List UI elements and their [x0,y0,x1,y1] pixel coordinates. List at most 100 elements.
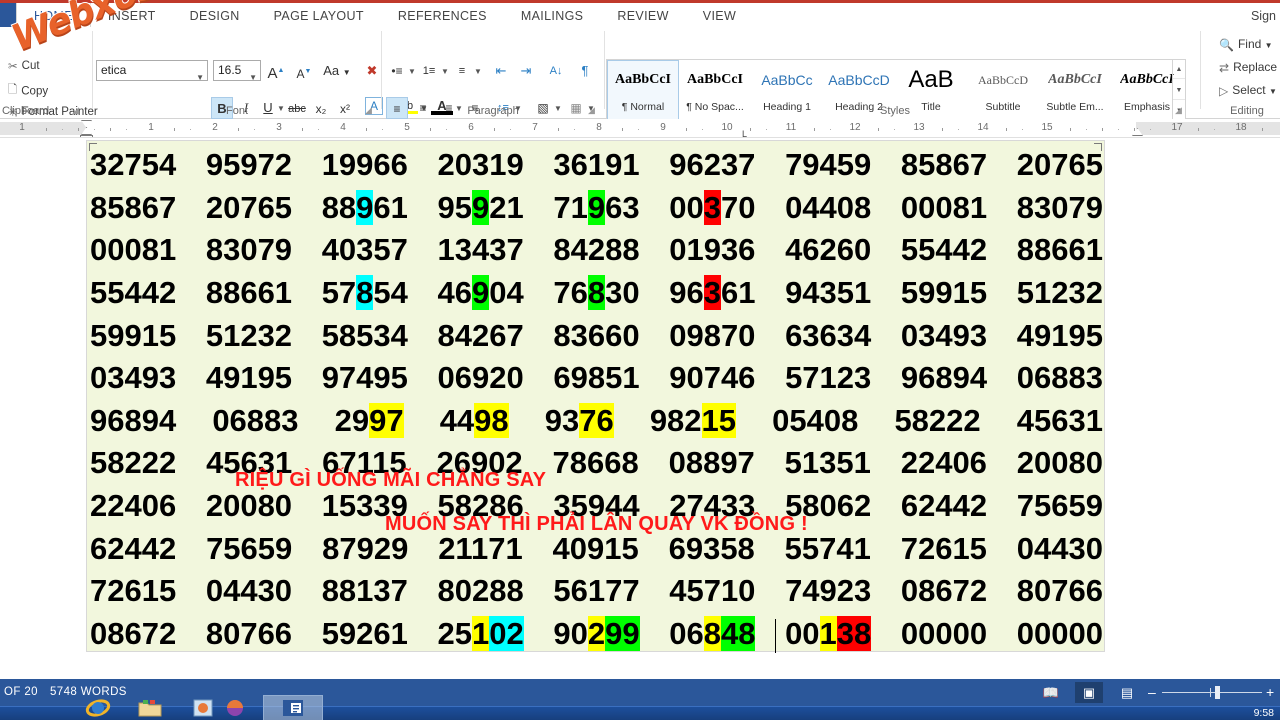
select-button[interactable]: ▷ Select ▼ [1219,83,1277,98]
ribbon-tab-insert[interactable]: INSERT [91,3,173,30]
ruler-tick [1102,128,1103,131]
document-line[interactable]: 85867 20765 88961 95921 71963 00370 04408 00081… [87,187,1106,230]
number-group: 25102 [438,615,524,652]
document-line[interactable]: 00081 83079 40357 13437 84288 01936 46260 55442… [87,229,1106,272]
replace-button[interactable]: ⇄ Replace [1219,60,1277,75]
styles-dialog-launcher[interactable]: ◢ [1175,105,1182,116]
change-case-button[interactable]: Aa ▼ [321,60,353,82]
document-line[interactable]: 96894 06883 2997 4498 9376 98215 05408 58222 456… [87,400,1106,443]
copy-button[interactable]: 🗋 Copy [8,82,48,101]
binoculars-icon: 🔍 [1219,37,1234,52]
number-group: 85867 [90,189,177,225]
scroll-up-icon[interactable]: ▲ [1173,60,1185,79]
find-button[interactable]: 🔍 Find ▼ [1219,37,1273,52]
document-line[interactable]: 55442 88661 57854 46904 76830 96361 94351 59915… [87,272,1106,315]
editing-group-label: Editing [1230,105,1264,117]
document-line[interactable]: 72615 04430 88137 80288 56177 45710 74923 08672… [87,570,1106,613]
ribbon-tab-mailings[interactable]: MAILINGS [504,3,601,30]
zoom-out-button[interactable]: – [1148,679,1156,706]
show-formatting-marks-button[interactable]: ¶ [574,60,596,82]
zoom-in-button[interactable]: + [1266,679,1274,706]
sort-button[interactable]: A↓ [545,60,567,82]
plain-digits: 04 [489,275,524,311]
read-mode-button[interactable]: 📖 [1037,682,1065,703]
number-group: 55442 [900,232,988,268]
number-group: 96894 [90,402,177,438]
scroll-down-icon[interactable]: ▼ [1173,81,1185,100]
zoom-slider-handle[interactable] [1215,686,1220,699]
word-icon[interactable] [280,696,306,720]
number-group: 9376 [545,402,614,439]
document-line[interactable]: 59915 51232 58534 84267 83660 09870 63634 03493… [87,314,1106,357]
styles-group-label: Styles [880,105,910,117]
number-group: 79459 [785,147,872,183]
number-group: 51232 [1016,275,1103,311]
highlighted-digits: 15 [701,402,737,438]
number-group: 22406 [90,488,177,524]
sign-in-button[interactable]: Sign [1251,3,1276,30]
scissors-icon: ✂ [8,61,18,73]
document-line[interactable]: 08672 80766 59261 25102 90299 06848 00138 00000… [87,613,1106,656]
highlighted-digits: 8 [587,275,606,311]
number-group: 59915 [900,275,988,311]
print-layout-button[interactable]: ▣ [1075,682,1103,703]
number-group: 09870 [669,317,756,353]
ribbon-tab-review[interactable]: REVIEW [600,3,685,30]
shrink-font-button[interactable]: A▼ [293,61,315,83]
ribbon-tab-home[interactable]: HOME [16,3,91,30]
number-group: 00138 [785,615,872,652]
clear-formatting-icon[interactable]: ✖ [361,60,383,82]
style-preview: AaBbCcI [614,72,671,87]
ruler-left-margin-band [0,122,86,135]
chevron-down-icon[interactable]: ▼ [408,67,416,76]
web-layout-button[interactable]: ▤ [1113,682,1141,703]
number-group: 06848 [669,615,756,652]
numbering-button[interactable]: 1≡ [418,60,440,82]
document-page[interactable]: 32754 95972 19966 20319 36191 96237 79459 85867… [86,140,1106,653]
internet-explorer-icon[interactable] [85,696,111,720]
document-line[interactable]: 32754 95972 19966 20319 36191 96237 79459 85867… [87,144,1106,187]
bullets-button[interactable]: •≡ [386,60,408,82]
font-size-input[interactable]: 16.5 ▼ [213,60,261,82]
highlighted-digits: 02 [489,615,524,651]
increase-indent-button[interactable]: ⇥ [515,60,537,82]
highlighted-digits: 76 [579,402,614,438]
ribbon-tab-page-layout[interactable]: PAGE LAYOUT [257,3,381,30]
font-dialog-launcher[interactable]: ◢ [365,105,372,116]
document-area[interactable]: 32754 95972 19966 20319 36191 96237 79459 85867… [0,138,1280,679]
text-cursor [775,619,776,653]
cut-button[interactable]: ✂ Cut [8,59,40,73]
decrease-indent-button[interactable]: ⇤ [490,60,512,82]
ribbon-tab-view[interactable]: VIEW [686,3,753,30]
ribbon-tab-references[interactable]: REFERENCES [381,3,504,30]
multilevel-list-button[interactable]: ≡ [451,60,473,82]
ruler-tick [110,128,111,131]
paragraph-dialog-launcher[interactable]: ◢ [588,105,595,116]
document-line[interactable]: 03493 49195 97495 06920 69851 90746 57123 96894… [87,357,1106,400]
number-group: 96237 [669,147,756,183]
grow-font-button[interactable]: A▲ [265,60,287,82]
highlighted-digits: 9 [587,189,606,225]
ruler-tick [510,129,511,130]
chevron-down-icon[interactable]: ▼ [441,67,449,76]
taskbar-clock[interactable]: 9:58 [1254,707,1274,719]
horizontal-ruler[interactable]: L 1 1 2 3 4 5 6 7 8 9 10 11 12 13 14 15 17 18 [0,119,1280,138]
media-player-icon[interactable] [190,696,216,720]
file-tab-block[interactable] [0,3,16,30]
highlighted-digits: 1 [472,615,490,651]
firefox-icon[interactable] [222,696,248,720]
number-group: 46904 [438,275,524,311]
tab-stop-marker[interactable]: L [742,129,747,137]
font-name-input[interactable]: etica ▼ [96,60,208,82]
highlighted-digits: 98 [474,402,509,438]
style-preview: AaB [908,67,954,93]
chevron-down-icon[interactable]: ▼ [474,67,482,76]
number-group: 88137 [321,573,408,609]
page-indicator[interactable]: OF 20 [4,679,38,706]
ribbon-tab-design[interactable]: DESIGN [173,3,257,30]
zoom-slider[interactable] [1162,679,1262,706]
folder-icon[interactable] [137,696,163,720]
clipboard-dialog-launcher[interactable]: ◢ [72,105,79,116]
number-group: 88661 [205,275,293,311]
number-group: 83079 [1016,189,1103,225]
